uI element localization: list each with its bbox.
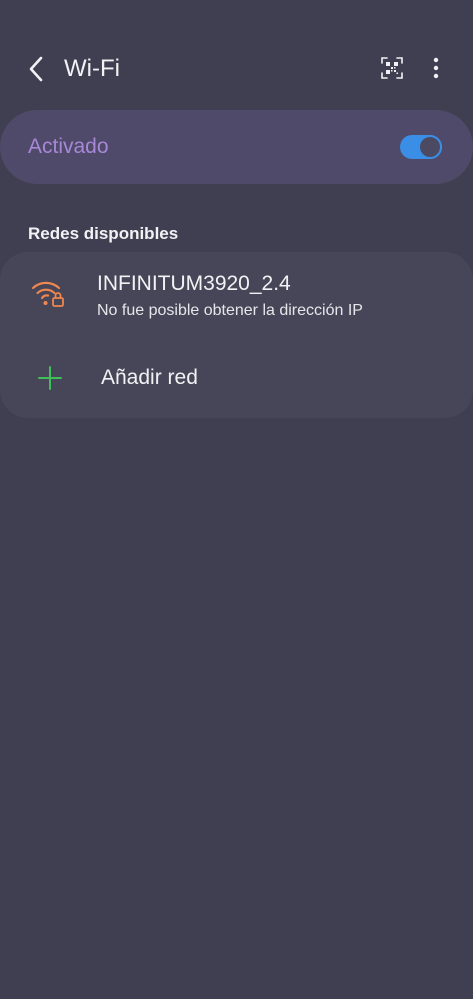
wifi-switch[interactable] <box>400 135 442 159</box>
chevron-left-icon <box>29 56 43 82</box>
add-network-label: Añadir red <box>101 366 198 389</box>
page-title: Wi-Fi <box>64 55 120 82</box>
qr-code-button[interactable] <box>378 54 406 82</box>
wifi-toggle-label: Activado <box>28 135 109 158</box>
plus-icon <box>38 366 62 390</box>
network-name: INFINITUM3920_2.4 <box>97 272 291 295</box>
back-button[interactable] <box>20 52 52 86</box>
network-item[interactable]: INFINITUM3920_2.4 No fue posible obtener… <box>0 252 473 336</box>
more-vertical-icon <box>433 57 439 79</box>
network-status: No fue posible obtener la dirección IP <box>97 302 363 319</box>
more-options-button[interactable] <box>422 54 450 82</box>
qr-code-scan-icon <box>381 57 403 79</box>
add-network-button[interactable]: Añadir red <box>0 348 473 412</box>
wifi-locked-warning-icon <box>31 281 64 307</box>
switch-thumb <box>418 135 442 159</box>
section-title: Redes disponibles <box>28 224 179 243</box>
networks-list: INFINITUM3920_2.4 No fue posible obtener… <box>0 252 473 418</box>
